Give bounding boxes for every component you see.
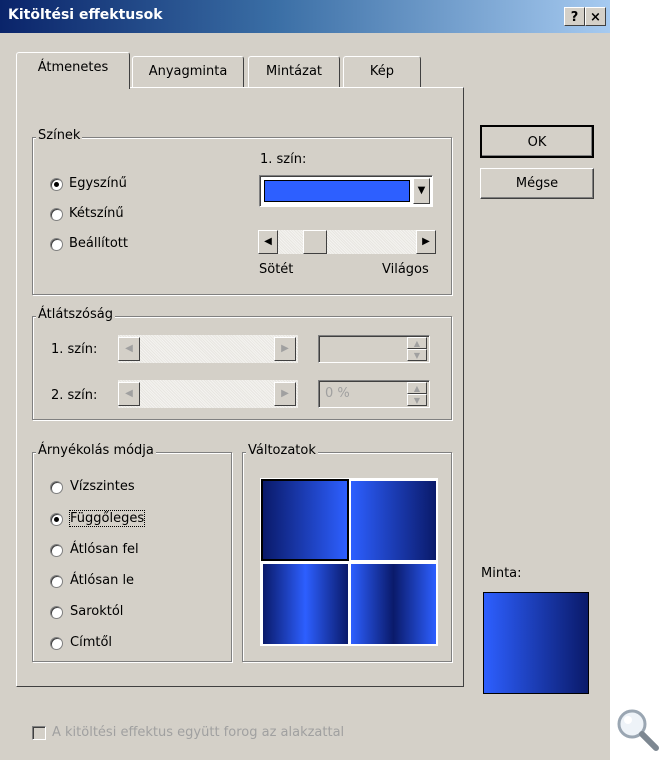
transparency-to-slider: ◀ ▶ <box>118 380 298 408</box>
cancel-button[interactable]: Mégse <box>480 168 594 199</box>
sample-preview <box>483 592 589 694</box>
fill-effects-dialog: Kitöltési effektusok ? × Átmenetes Anyag… <box>0 0 610 760</box>
radio-vizszintes[interactable] <box>50 481 63 494</box>
transparency-group-label: Átlátszóság <box>36 307 115 322</box>
variants-group-label: Változatok <box>246 443 318 458</box>
dialog-title: Kitöltési effektusok <box>8 7 163 23</box>
shade-slider[interactable]: ◀ ▶ <box>258 230 436 254</box>
variant-3[interactable] <box>263 564 348 644</box>
radio-atlosan-fel[interactable] <box>50 544 63 557</box>
rotate-with-shape-label: A kitöltési effektus együtt forog az ala… <box>52 725 345 740</box>
slider-dark-label: Sötét <box>259 262 294 277</box>
radio-label-cimtol: Címtől <box>70 635 113 650</box>
slider-right-arrow-icon: ▶ <box>274 337 296 361</box>
tab-label: Anyagminta <box>148 64 228 79</box>
radio-beallitott[interactable] <box>50 238 63 251</box>
radio-label-egyszinu: Egyszínű <box>69 176 127 191</box>
rotate-with-shape-checkbox <box>32 726 46 740</box>
radio-label-atlosan-le: Átlósan le <box>70 573 135 588</box>
spin-down-icon: ▼ <box>407 394 427 406</box>
tab-label: Átmenetes <box>37 60 109 75</box>
tab-label: Kép <box>369 64 395 79</box>
color1-label: 1. szín: <box>260 152 307 167</box>
sample-label: Minta: <box>481 566 522 581</box>
colors-group-label: Színek <box>36 128 83 143</box>
radio-saroktol[interactable] <box>50 606 63 619</box>
transparency-from-label: 1. szín: <box>51 342 98 357</box>
slider-right-arrow-icon[interactable]: ▶ <box>416 230 436 254</box>
transparency-from-field: ▲ ▼ <box>318 335 430 363</box>
tab-atmenetes[interactable]: Átmenetes <box>16 52 130 89</box>
radio-label-atlosan-fel: Átlósan fel <box>70 542 139 557</box>
radio-label-fuggoleges: Függőleges <box>68 510 146 527</box>
variant-1[interactable] <box>261 479 349 561</box>
slider-left-arrow-icon[interactable]: ◀ <box>258 230 278 254</box>
radio-cimtol[interactable] <box>50 637 63 650</box>
help-button[interactable]: ? <box>564 7 585 26</box>
ok-button[interactable]: OK <box>480 125 594 158</box>
color1-swatch <box>264 180 410 202</box>
tab-label: Mintázat <box>265 64 323 79</box>
tab-mintazat[interactable]: Mintázat <box>248 56 340 88</box>
dropdown-arrow-icon[interactable]: ▼ <box>413 178 430 204</box>
shading-group-label: Árnyékolás módja <box>36 443 156 458</box>
variants-grid <box>260 478 438 646</box>
slider-thumb[interactable] <box>303 230 328 254</box>
slider-left-arrow-icon: ◀ <box>118 337 140 361</box>
slider-left-arrow-icon: ◀ <box>118 382 140 406</box>
transparency-to-field: 0 % ▲ ▼ <box>318 380 430 408</box>
slider-light-label: Világos <box>382 262 429 277</box>
radio-label-saroktol: Saroktól <box>70 604 124 619</box>
radio-label-beallitott: Beállított <box>69 236 128 251</box>
radio-label-ketszinu: Kétszínű <box>69 206 124 221</box>
close-button[interactable]: × <box>585 7 606 26</box>
tab-kep[interactable]: Kép <box>343 56 421 88</box>
spin-down-icon: ▼ <box>407 349 427 361</box>
radio-fuggoleges[interactable] <box>50 513 63 526</box>
slider-right-arrow-icon: ▶ <box>274 382 296 406</box>
radio-atlosan-le[interactable] <box>50 575 63 588</box>
radio-label-vizszintes: Vízszintes <box>70 479 135 494</box>
spin-up-icon: ▲ <box>407 382 427 394</box>
variant-4[interactable] <box>351 564 436 644</box>
transparency-to-label: 2. szín: <box>51 388 98 403</box>
radio-egyszinu[interactable] <box>50 178 63 191</box>
color1-dropdown[interactable]: ▼ <box>259 175 433 207</box>
active-tab-join <box>17 86 129 89</box>
radio-ketszinu[interactable] <box>50 208 63 221</box>
title-bar: Kitöltési effektusok ? × <box>0 0 610 33</box>
variant-2[interactable] <box>351 481 436 560</box>
zoom-icon[interactable] <box>614 706 660 752</box>
tab-anyagminta[interactable]: Anyagminta <box>132 56 244 88</box>
transparency-from-slider: ◀ ▶ <box>118 335 298 363</box>
transparency-to-value: 0 % <box>325 386 350 401</box>
spin-up-icon: ▲ <box>407 337 427 349</box>
